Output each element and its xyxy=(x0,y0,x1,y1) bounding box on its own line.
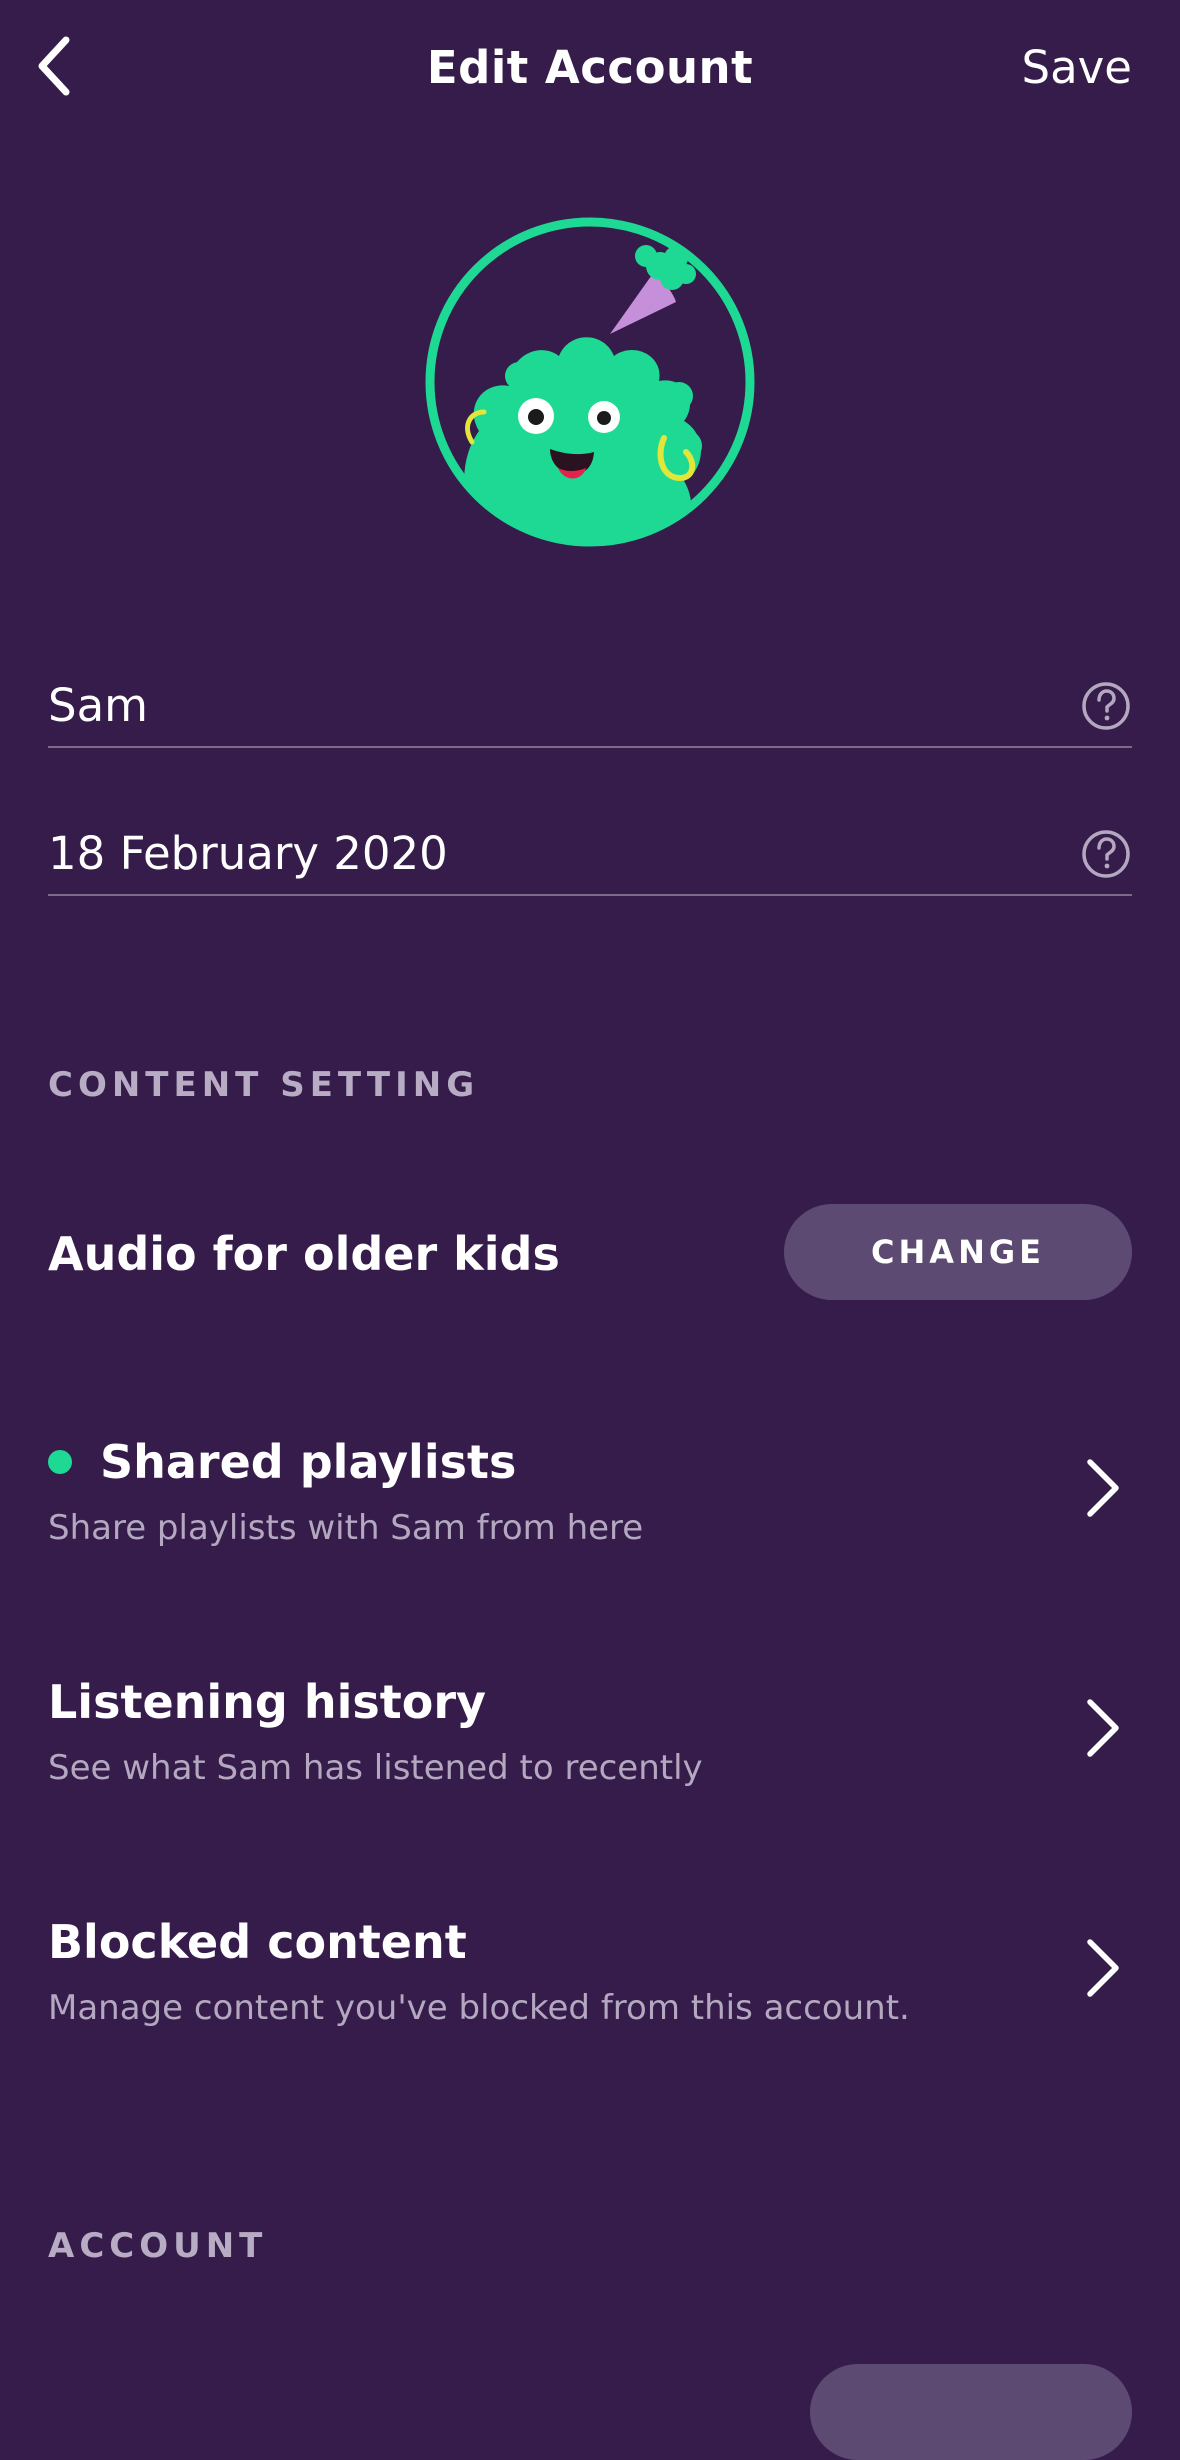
help-icon[interactable] xyxy=(1080,680,1132,732)
avatar[interactable] xyxy=(424,216,756,548)
change-button[interactable]: CHANGE xyxy=(784,1204,1132,1300)
account-action-button[interactable] xyxy=(810,2364,1132,2460)
help-icon[interactable] xyxy=(1080,828,1132,880)
shared-playlists-title: Shared playlists xyxy=(100,1435,517,1489)
name-field[interactable]: Sam xyxy=(48,648,1132,748)
top-bar: Edit Account Save xyxy=(0,0,1180,140)
name-value: Sam xyxy=(48,679,148,732)
chevron-right-icon xyxy=(1087,1459,1119,1517)
shared-playlists-row[interactable]: Shared playlists Share playlists with Sa… xyxy=(0,1432,1180,1632)
chevron-right-icon xyxy=(1087,1699,1119,1757)
chevron-right-icon xyxy=(1087,1939,1119,1997)
content-setting-header: CONTENT SETTING xyxy=(48,1065,480,1105)
listening-history-title: Listening history xyxy=(48,1675,487,1729)
shared-playlists-subtitle: Share playlists with Sam from here xyxy=(48,1508,644,1548)
listening-history-row[interactable]: Listening history See what Sam has liste… xyxy=(0,1672,1180,1872)
monster-avatar-icon xyxy=(425,217,755,547)
content-level-label: Audio for older kids xyxy=(48,1227,560,1281)
birthdate-field[interactable]: 18 February 2020 xyxy=(48,796,1132,896)
row-title: Shared playlists xyxy=(48,1432,516,1492)
blocked-content-subtitle: Manage content you've blocked from this … xyxy=(48,1988,910,2028)
blocked-content-row[interactable]: Blocked content Manage content you've bl… xyxy=(0,1912,1180,2112)
blocked-content-title: Blocked content xyxy=(48,1915,467,1969)
listening-history-subtitle: See what Sam has listened to recently xyxy=(48,1748,703,1788)
page-title: Edit Account xyxy=(426,41,754,94)
new-indicator-dot xyxy=(48,1450,72,1474)
account-header: ACCOUNT xyxy=(48,2226,268,2266)
birthdate-value: 18 February 2020 xyxy=(48,827,448,880)
save-button[interactable]: Save xyxy=(1022,38,1132,98)
